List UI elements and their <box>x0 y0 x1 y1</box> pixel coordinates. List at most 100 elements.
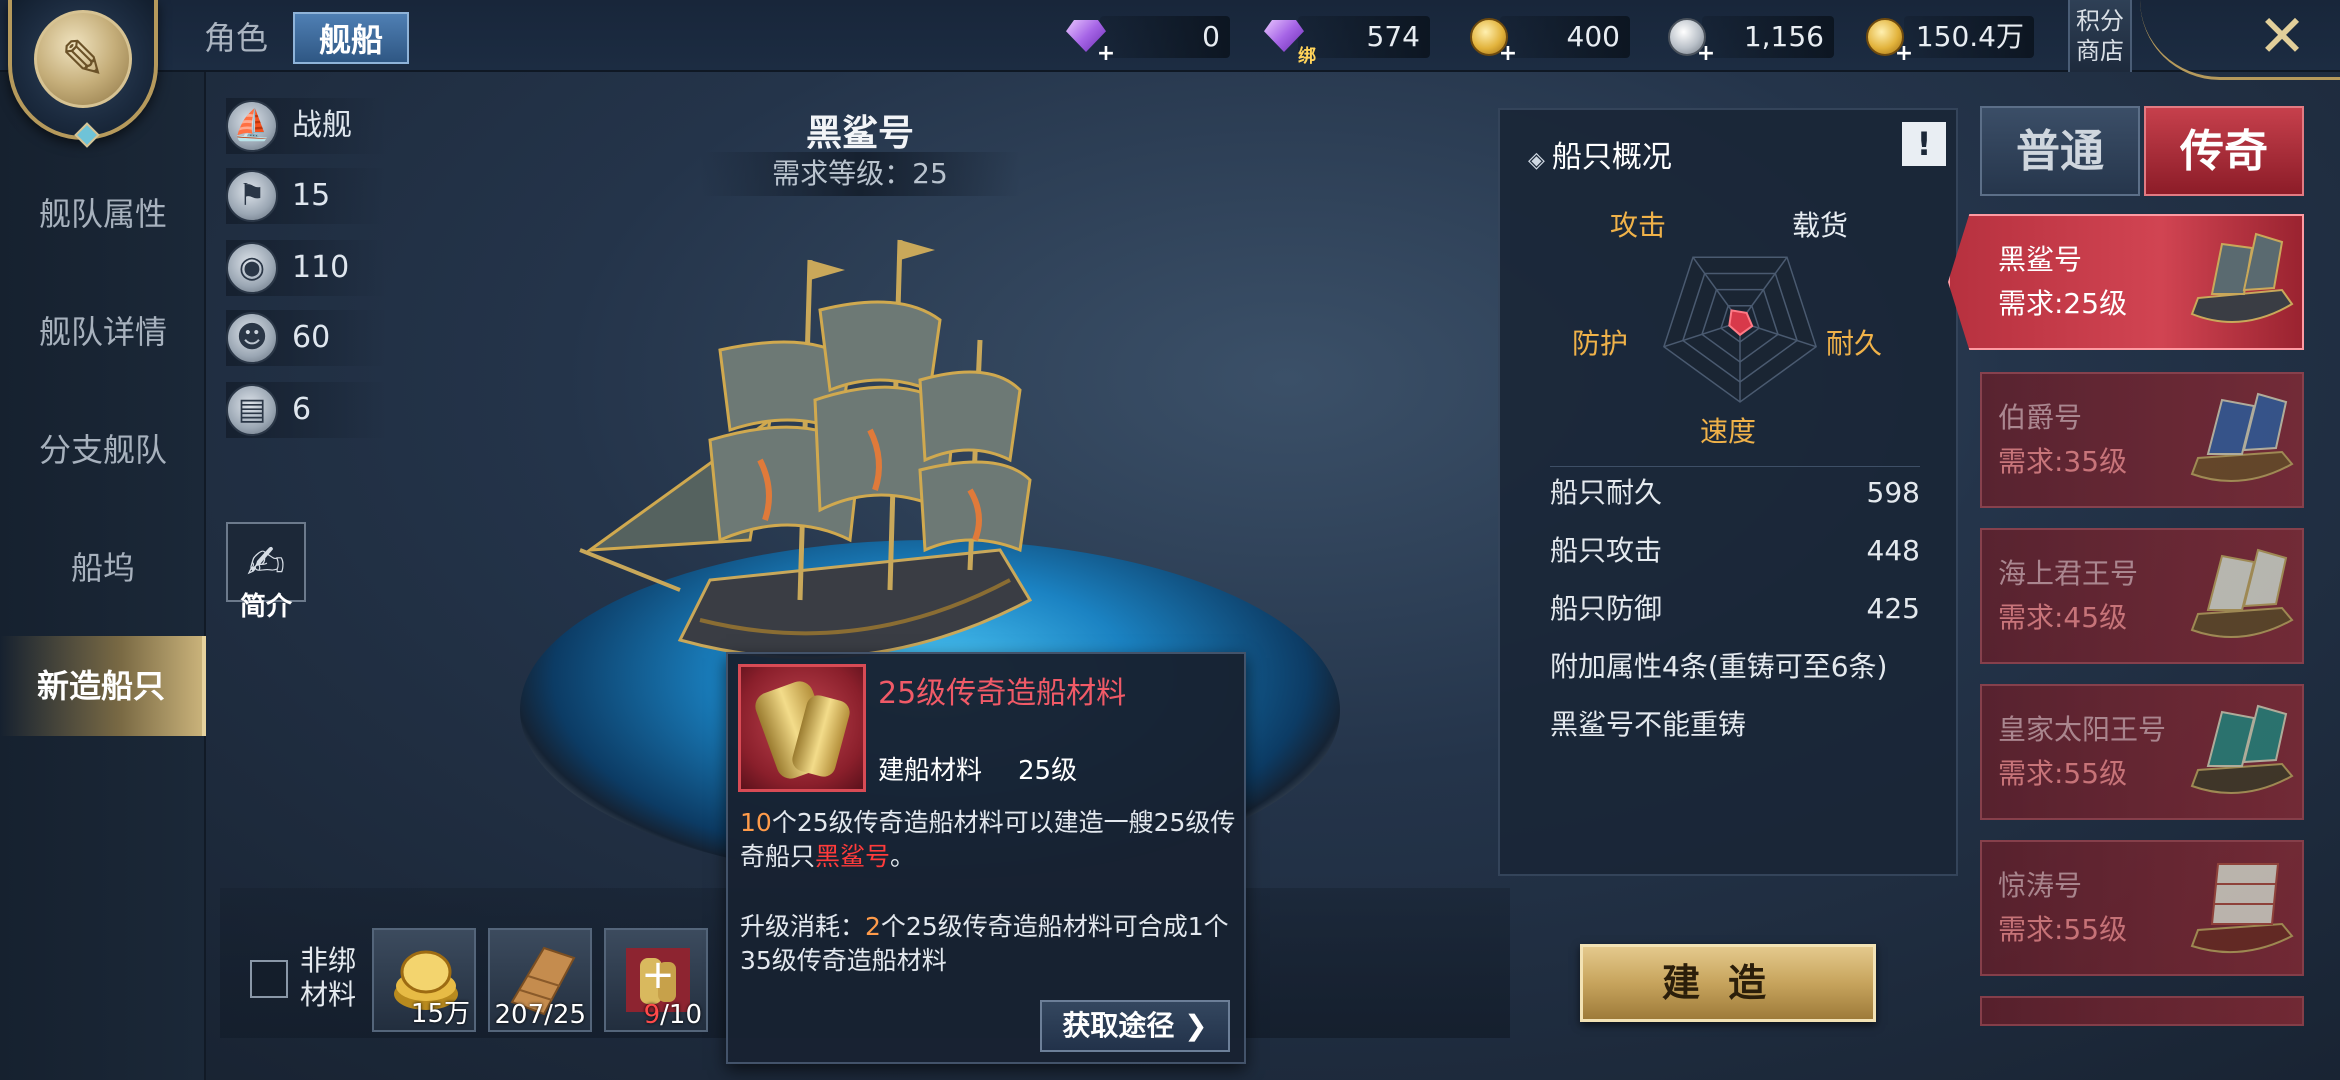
obtain-route-button[interactable]: 获取途径 ❯ <box>1040 1000 1230 1052</box>
close-icon[interactable]: ✕ <box>2250 6 2314 70</box>
tab-ship[interactable]: 舰船 <box>293 12 409 64</box>
material-slot-wood[interactable]: 207/25 <box>488 928 592 1032</box>
currency-coins: 150.4万 <box>1904 16 2034 58</box>
intro-button[interactable]: ✍ 简介 <box>226 522 306 622</box>
ship-thumbnail <box>2190 232 2294 323</box>
stat-row-defense: 船只防御 425 <box>1550 584 1920 634</box>
tooltip-desc-end: 。 <box>890 842 916 871</box>
tooltip-upgrade-count: 2 <box>865 912 881 941</box>
currency-diamond: 0 <box>1100 16 1230 58</box>
nav-dock[interactable]: 船坞 <box>0 518 206 618</box>
radar-label-speed: 速度 <box>1700 415 1757 448</box>
obtain-route-label: 获取途径 <box>1062 1009 1175 1042</box>
stat-durability-value: 598 <box>1866 476 1920 509</box>
overview-title: 船只概况 <box>1528 132 1672 176</box>
ship-thumbnail <box>2190 548 2294 639</box>
tab-legend[interactable]: 传奇 <box>2144 106 2304 196</box>
stat-ship-type: ⛵ 战舰 <box>226 98 386 154</box>
ship-card-sea-monarch[interactable]: 海上君王号 需求:45级 <box>1980 528 2304 664</box>
attribute-radar-chart <box>1663 256 1817 403</box>
overview-divider <box>1550 466 1920 467</box>
ship-card-req: 需求:25级 <box>1998 287 2128 320</box>
bound-purple-diamond-icon[interactable]: 绑 <box>1262 14 1316 67</box>
material-wood-count: 207/25 <box>494 1000 586 1030</box>
ship-requirement: 需求等级：25 <box>700 152 1020 196</box>
nonbind-checkbox[interactable] <box>250 960 288 998</box>
stat-cannons-value: 6 <box>292 392 312 427</box>
currency-diamond-value: 0 <box>1202 20 1220 53</box>
ship-card-req: 需求:55级 <box>1998 913 2128 946</box>
build-button[interactable]: 建造 <box>1580 944 1876 1022</box>
ship-thumbnail <box>2190 863 2294 954</box>
tooltip-upgrade-label: 升级消耗： <box>740 912 866 941</box>
tab-normal[interactable]: 普通 <box>1980 106 2140 196</box>
tab-role[interactable]: 角色 <box>184 12 288 64</box>
stat-defense-label: 船只防御 <box>1550 592 1663 625</box>
tooltip-desc-count: 10 <box>740 808 772 837</box>
ship-overview-panel: 船只概况 ! 攻击 载货 耐久 速度 防护 船只耐久 598 船只攻击 448 … <box>1498 108 1958 876</box>
info-icon[interactable]: ! <box>1902 122 1946 166</box>
nav-new-ship[interactable]: 新造船只 <box>0 636 206 736</box>
ship-thumbnail <box>2190 392 2294 483</box>
reforge-note: 黑鲨号不能重铸 <box>1550 708 1747 741</box>
ship-card-req: 需求:45级 <box>1998 601 2128 634</box>
cannon-icon: ▤ <box>226 384 278 436</box>
stat-supplies-value: 110 <box>292 250 350 285</box>
ship-name: 黑鲨号 <box>805 112 914 154</box>
stat-sails-value: 15 <box>292 178 331 213</box>
material-slot-coins[interactable]: 15万 <box>372 928 476 1032</box>
scroll-emblem-icon: ✎ <box>34 10 132 108</box>
ship-card-req: 需求:35级 <box>1998 445 2128 478</box>
stat-cannons: ▤ 6 <box>226 382 386 438</box>
intro-label: 简介 <box>239 592 292 622</box>
ship-card-royal-sun-king[interactable]: 皇家太阳王号 需求:55级 <box>1980 684 2304 820</box>
stat-attack-value: 448 <box>1866 534 1920 567</box>
currency-coins-value: 150.4万 <box>1915 20 2024 53</box>
stat-defense-value: 425 <box>1866 592 1920 625</box>
tooltip-type: 建船材料 <box>878 756 983 786</box>
currency-silver: 1,156 <box>1702 16 1834 58</box>
stat-row-attack: 船只攻击 448 <box>1550 526 1920 576</box>
radar-label-cargo: 载货 <box>1792 209 1849 242</box>
radar-label-defense: 防护 <box>1572 327 1629 360</box>
nonbind-label: 非绑材料 <box>300 944 357 1011</box>
ship-thumbnail <box>2190 704 2294 795</box>
gold-coin-stack-icon[interactable]: + <box>1862 14 1913 65</box>
tooltip-level: 25级 <box>1018 756 1078 786</box>
material-legend-required: /10 <box>660 1000 702 1030</box>
currency-silver-value: 1,156 <box>1743 20 1824 53</box>
warship-icon: ⛵ <box>226 100 278 152</box>
sail-icon: ⚑ <box>226 170 278 222</box>
currency-gold-value: 400 <box>1566 20 1620 53</box>
silver-coin-icon[interactable]: + <box>1664 14 1715 65</box>
nav-fleet-details[interactable]: 舰队详情 <box>0 282 206 382</box>
gold-coin-icon[interactable]: + <box>1466 14 1517 65</box>
ship-card-partial[interactable] <box>1980 996 2304 1026</box>
currency-bound-diamond-value: 574 <box>1366 20 1420 53</box>
svg-text:+: + <box>641 952 675 998</box>
extra-attributes: 附加属性4条(重铸可至6条) <box>1550 650 1888 683</box>
purple-diamond-icon[interactable]: + <box>1064 14 1115 65</box>
points-shop-button[interactable]: 积分商店 <box>2068 0 2132 72</box>
stat-sails: ⚑ 15 <box>226 168 386 224</box>
ship-card-black-shark[interactable]: 黑鲨号 需求:25级 <box>1948 214 2304 350</box>
ship-card-req: 需求:55级 <box>1998 757 2128 790</box>
stat-supplies: ◉ 110 <box>226 240 386 296</box>
legend-material-icon <box>738 664 866 792</box>
ship-card-name: 皇家太阳王号 <box>1998 713 2167 746</box>
material-legend-count: 9/10 <box>644 1000 702 1030</box>
material-slot-legend[interactable]: + 9/10 <box>604 928 708 1032</box>
tooltip-description: 10个25级传奇造船材料可以建造一艘25级传奇船只黑鲨号。 <box>740 806 1240 874</box>
radar-label-attack: 攻击 <box>1610 209 1667 242</box>
tooltip-title: 25级传奇造船材料 <box>878 676 1127 711</box>
supplies-icon: ◉ <box>226 242 278 294</box>
ship-card-count[interactable]: 伯爵号 需求:35级 <box>1980 372 2304 508</box>
stat-ship-type-value: 战舰 <box>292 108 352 143</box>
stat-durability-label: 船只耐久 <box>1550 476 1663 509</box>
ship-card-raging-wave[interactable]: 惊涛号 需求:55级 <box>1980 840 2304 976</box>
ship-card-name: 黑鲨号 <box>1998 243 2083 276</box>
nav-branch-fleet[interactable]: 分支舰队 <box>0 400 206 500</box>
ship-card-name: 海上君王号 <box>1998 557 2139 590</box>
sailor-icon: ☻ <box>226 312 278 364</box>
nav-fleet-attributes[interactable]: 舰队属性 <box>0 164 206 264</box>
